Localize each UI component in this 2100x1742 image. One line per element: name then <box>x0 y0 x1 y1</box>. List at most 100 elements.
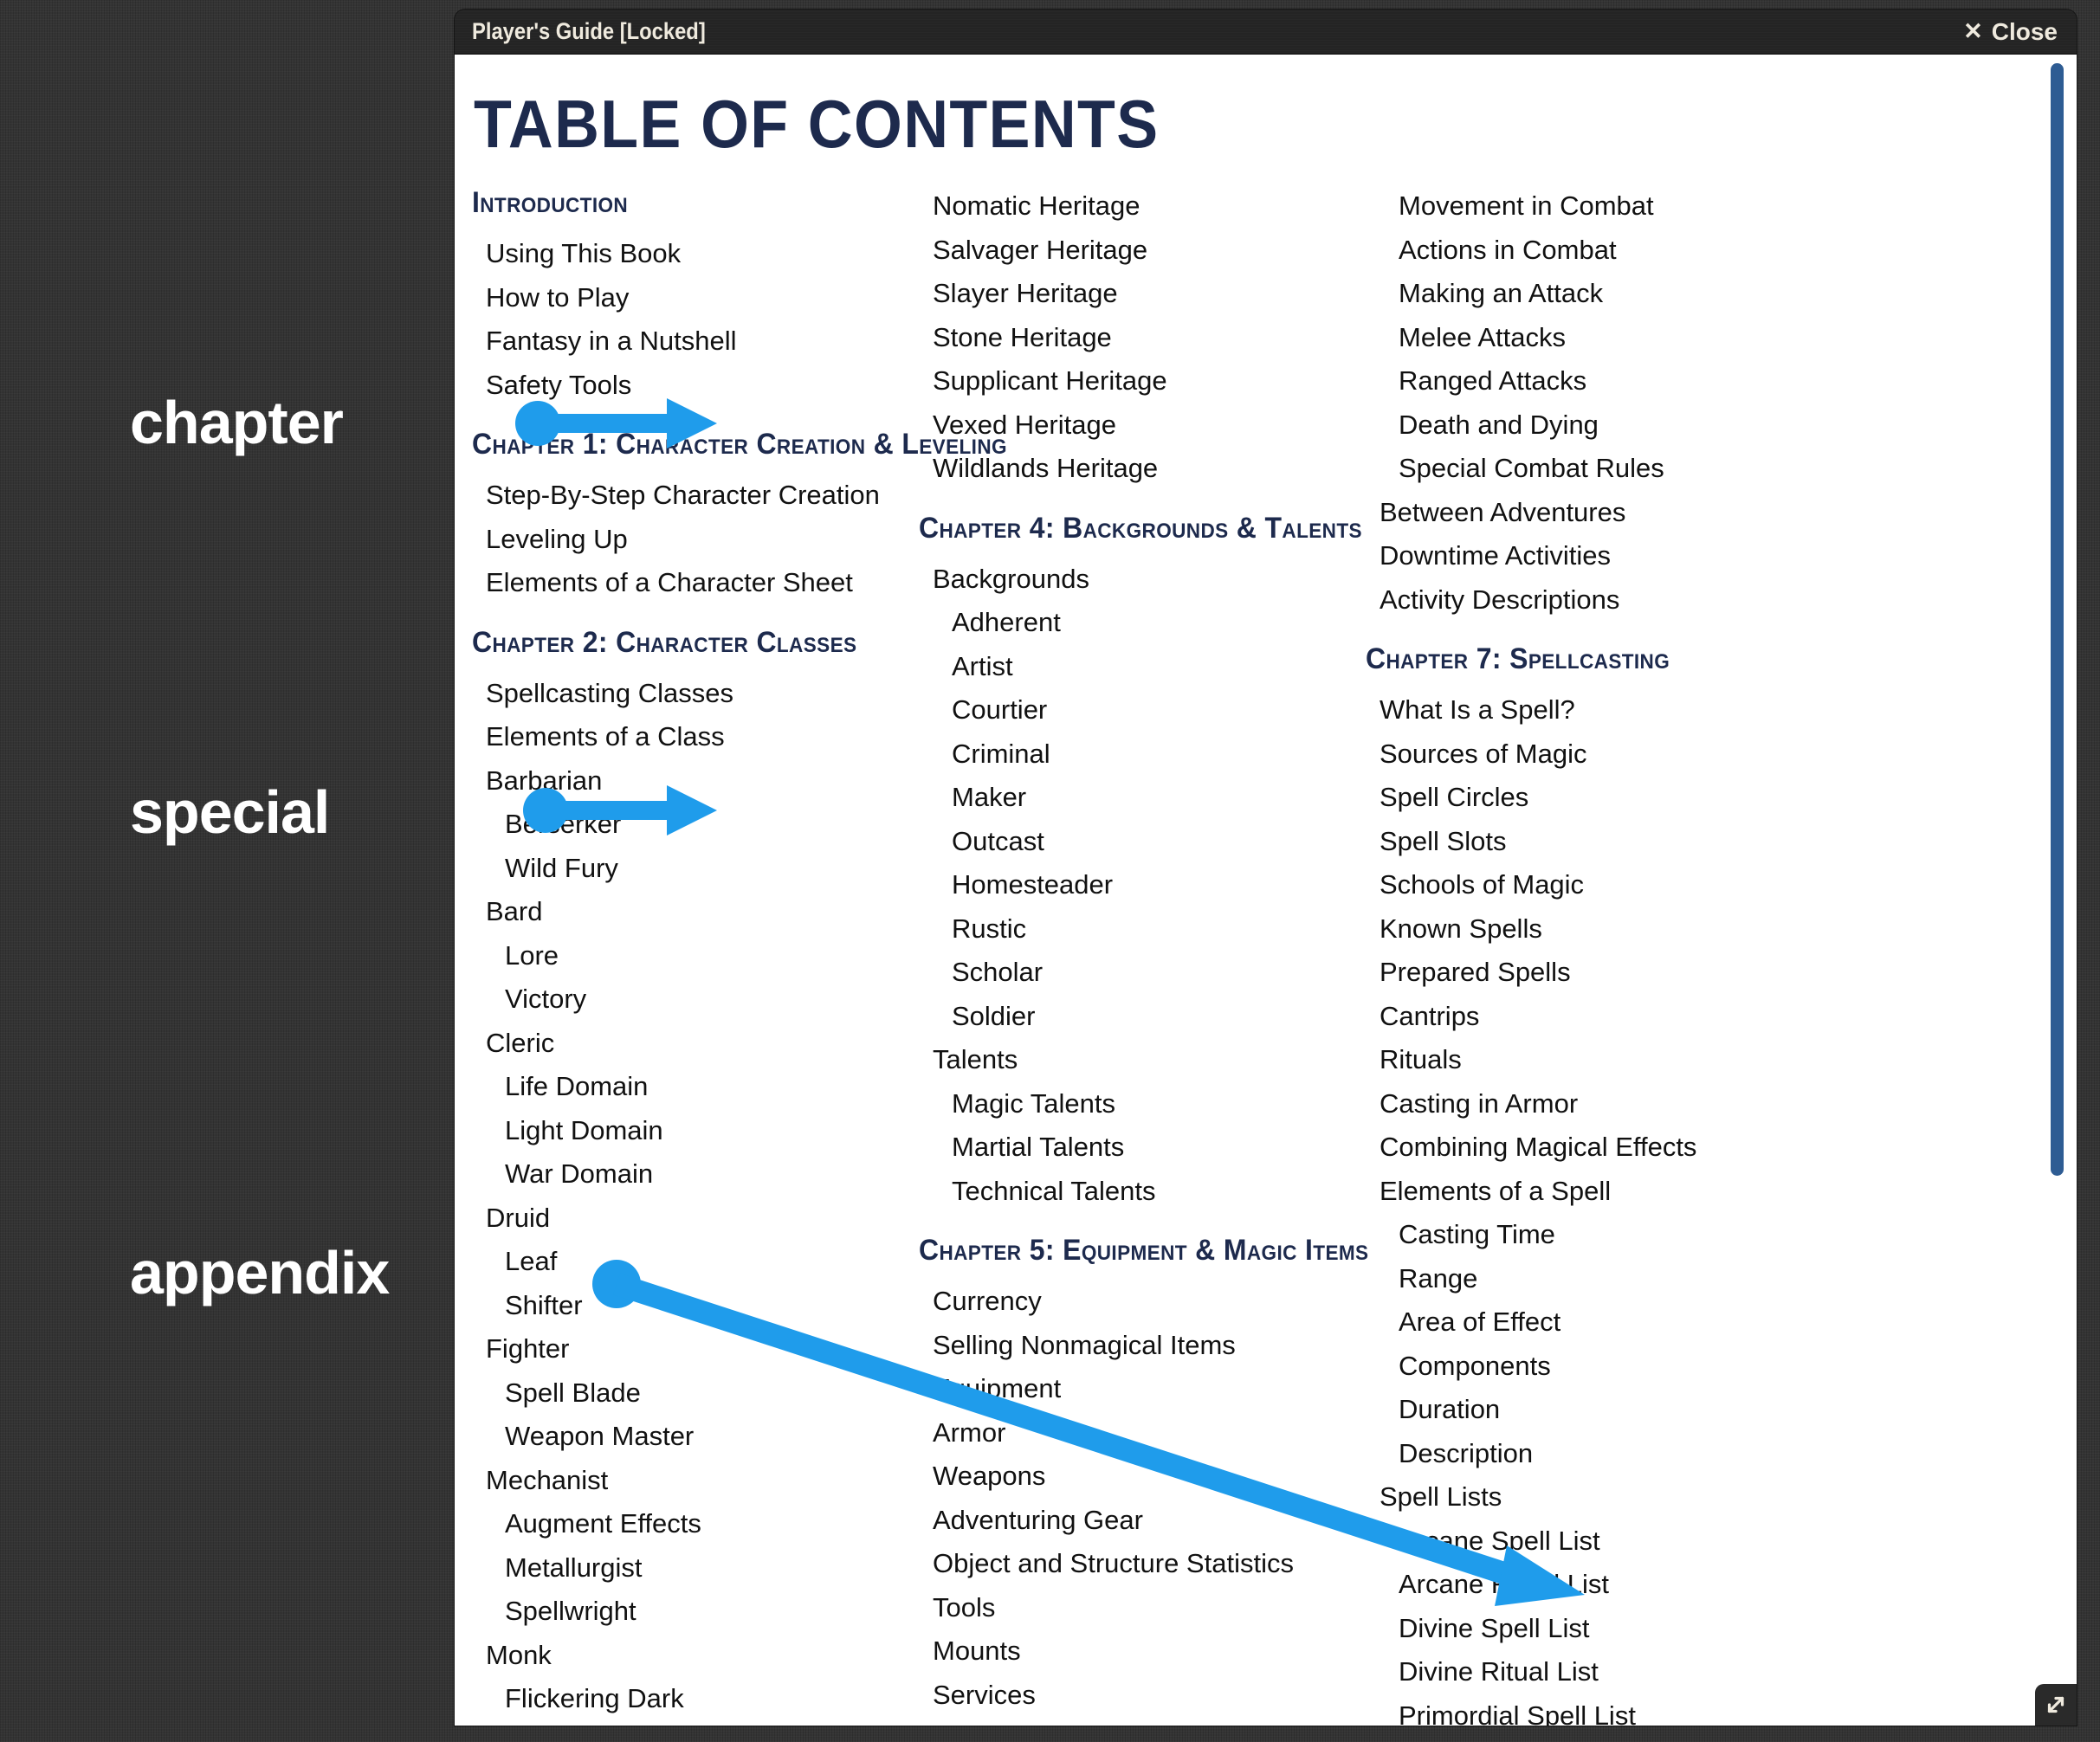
toc-entry[interactable]: Spell Slots <box>1366 820 1812 864</box>
toc-entry[interactable]: Components <box>1366 1345 1812 1389</box>
toc-entry[interactable]: Rustic <box>919 907 1366 952</box>
toc-entry[interactable]: Monk <box>472 1634 919 1678</box>
toc-entry[interactable]: Area of Effect <box>1366 1300 1812 1345</box>
toc-section-heading[interactable]: Chapter 2: Character Classes <box>472 626 892 660</box>
toc-entry[interactable]: How to Play <box>472 276 919 320</box>
toc-entry[interactable]: Activity Descriptions <box>1366 578 1812 623</box>
toc-entry[interactable]: War Domain <box>472 1152 919 1197</box>
toc-entry[interactable]: Slayer Heritage <box>919 272 1366 316</box>
toc-entry[interactable]: Life Domain <box>472 1065 919 1109</box>
toc-entry[interactable]: Currency <box>919 1280 1366 1324</box>
toc-entry[interactable]: Prepared Spells <box>1366 951 1812 995</box>
toc-entry[interactable]: Flickering Dark <box>472 1677 919 1721</box>
toc-entry[interactable]: Downtime Activities <box>1366 534 1812 578</box>
toc-entry[interactable]: Homesteader <box>919 863 1366 907</box>
toc-entry[interactable]: Duration <box>1366 1388 1812 1432</box>
toc-section-heading[interactable]: Chapter 7: Spellcasting <box>1366 642 1786 676</box>
toc-entry[interactable]: Ranged Attacks <box>1366 359 1812 403</box>
toc-entry[interactable]: Outcast <box>919 820 1366 864</box>
toc-entry[interactable]: Tools <box>919 1586 1366 1630</box>
toc-entry[interactable]: Vehicles <box>919 1717 1366 1726</box>
toc-entry[interactable]: Spellcasting Classes <box>472 672 919 716</box>
toc-entry[interactable]: Berserker <box>472 803 919 847</box>
close-button[interactable]: ✕ Close <box>1963 18 2058 46</box>
toc-entry[interactable]: Elements of a Character Sheet <box>472 561 919 605</box>
toc-entry[interactable]: Step-By-Step Character Creation <box>472 474 919 518</box>
toc-entry[interactable]: Divine Ritual List <box>1366 1650 1812 1694</box>
toc-entry[interactable]: Maker <box>919 776 1366 820</box>
toc-entry[interactable]: Spell Circles <box>1366 776 1812 820</box>
scrollbar-thumb[interactable] <box>2051 63 2064 1176</box>
toc-entry[interactable]: Adventuring Gear <box>919 1499 1366 1543</box>
toc-entry[interactable]: Between Adventures <box>1366 491 1812 535</box>
toc-entry[interactable]: Schools of Magic <box>1366 863 1812 907</box>
toc-entry[interactable]: Arcane Ritual List <box>1366 1563 1812 1607</box>
toc-entry[interactable]: Equipment <box>919 1367 1366 1411</box>
toc-entry[interactable]: Safety Tools <box>472 364 919 408</box>
toc-entry[interactable]: Divine Spell List <box>1366 1607 1812 1651</box>
toc-entry[interactable]: Cleric <box>472 1022 919 1066</box>
toc-entry[interactable]: Description <box>1366 1432 1812 1476</box>
toc-entry[interactable]: Fantasy in a Nutshell <box>472 319 919 364</box>
toc-entry[interactable]: Adherent <box>919 601 1366 645</box>
toc-entry[interactable]: What Is a Spell? <box>1366 688 1812 732</box>
toc-entry[interactable]: Weapon Master <box>472 1415 919 1459</box>
toc-entry[interactable]: Bard <box>472 890 919 934</box>
resize-handle-icon[interactable] <box>2035 1684 2077 1726</box>
toc-entry[interactable]: Death and Dying <box>1366 403 1812 448</box>
toc-entry[interactable]: Arcane Spell List <box>1366 1519 1812 1564</box>
toc-entry[interactable]: Casting in Armor <box>1366 1082 1812 1126</box>
toc-entry[interactable]: Combining Magical Effects <box>1366 1126 1812 1170</box>
toc-entry[interactable]: Leveling Up <box>472 518 919 562</box>
vertical-scrollbar[interactable] <box>2047 63 2066 1717</box>
toc-entry[interactable]: Soldier <box>919 995 1366 1039</box>
toc-entry[interactable]: Supplicant Heritage <box>919 359 1366 403</box>
toc-entry[interactable]: Spell Lists <box>1366 1475 1812 1519</box>
toc-entry[interactable]: Wild Fury <box>472 847 919 891</box>
toc-entry[interactable]: Salvager Heritage <box>919 229 1366 273</box>
toc-entry[interactable]: Augment Effects <box>472 1502 919 1546</box>
toc-entry[interactable]: Druid <box>472 1197 919 1241</box>
toc-entry[interactable]: Backgrounds <box>919 558 1366 602</box>
toc-entry[interactable]: Artist <box>919 645 1366 689</box>
toc-entry[interactable]: Nomatic Heritage <box>919 184 1366 229</box>
toc-entry[interactable]: Melee Attacks <box>1366 316 1812 360</box>
toc-entry[interactable]: Talents <box>919 1038 1366 1082</box>
toc-entry[interactable]: Making an Attack <box>1366 272 1812 316</box>
toc-entry[interactable]: Elements of a Class <box>472 715 919 759</box>
toc-entry[interactable]: Light Domain <box>472 1109 919 1153</box>
toc-entry[interactable]: Rituals <box>1366 1038 1812 1082</box>
toc-entry[interactable]: Special Combat Rules <box>1366 447 1812 491</box>
toc-entry[interactable]: Stone Heritage <box>919 316 1366 360</box>
toc-entry[interactable]: Martial Talents <box>919 1126 1366 1170</box>
toc-entry[interactable]: Sources of Magic <box>1366 732 1812 777</box>
toc-section-heading[interactable]: Introduction <box>472 186 892 220</box>
toc-entry[interactable]: Armor <box>919 1411 1366 1455</box>
toc-entry[interactable]: Using This Book <box>472 232 919 276</box>
toc-entry[interactable]: Lore <box>472 934 919 978</box>
toc-entry[interactable]: Shifter <box>472 1284 919 1328</box>
toc-entry[interactable]: Primordial Spell List <box>1366 1694 1812 1726</box>
toc-entry[interactable]: Fighter <box>472 1327 919 1371</box>
toc-entry[interactable]: Cantrips <box>1366 995 1812 1039</box>
toc-entry[interactable]: Object and Structure Statistics <box>919 1542 1366 1586</box>
toc-section-heading[interactable]: Chapter 4: Backgrounds & Talents <box>919 512 1362 545</box>
toc-entry[interactable]: Open Hand <box>472 1721 919 1726</box>
toc-entry[interactable]: Courtier <box>919 688 1366 732</box>
toc-entry[interactable]: Criminal <box>919 732 1366 777</box>
toc-entry[interactable]: Mechanist <box>472 1459 919 1503</box>
toc-entry[interactable]: Known Spells <box>1366 907 1812 952</box>
toc-section-heading[interactable]: Chapter 5: Equipment & Magic Items <box>919 1234 1368 1268</box>
toc-section-heading[interactable]: Chapter 1: Character Creation & Leveling <box>472 428 1007 461</box>
toc-entry[interactable]: Actions in Combat <box>1366 229 1812 273</box>
toc-entry[interactable]: Mounts <box>919 1629 1366 1674</box>
toc-entry[interactable]: Spell Blade <box>472 1371 919 1416</box>
toc-entry[interactable]: Range <box>1366 1257 1812 1301</box>
toc-entry[interactable]: Technical Talents <box>919 1170 1366 1214</box>
toc-entry[interactable]: Services <box>919 1674 1366 1718</box>
toc-entry[interactable]: Barbarian <box>472 759 919 803</box>
toc-entry[interactable]: Selling Nonmagical Items <box>919 1324 1366 1368</box>
toc-entry[interactable]: Victory <box>472 977 919 1022</box>
toc-entry[interactable]: Elements of a Spell <box>1366 1170 1812 1214</box>
toc-entry[interactable]: Casting Time <box>1366 1213 1812 1257</box>
